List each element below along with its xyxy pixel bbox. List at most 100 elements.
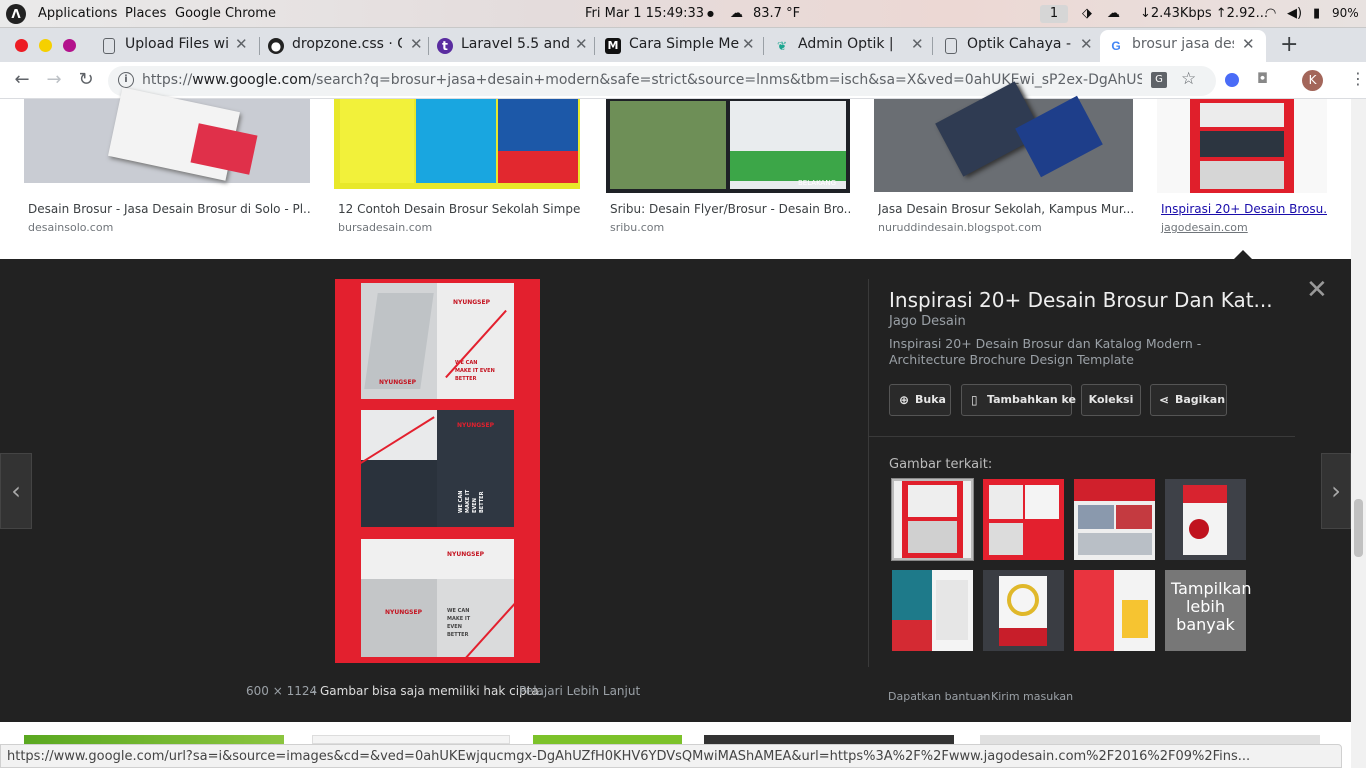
related-image[interactable] [1074,479,1155,560]
result-image[interactable] [24,735,284,744]
workspace-indicator[interactable]: 1 [1040,5,1068,23]
result-caption[interactable]: 12 Contoh Desain Brosur Sekolah Simpe... [338,202,580,216]
show-more-related-button[interactable]: Tampilkan lebih banyak [1165,570,1252,651]
prev-image-button[interactable]: ‹ [0,453,32,529]
result-source[interactable]: jagodesain.com [1161,221,1248,234]
result-image[interactable] [980,735,1320,744]
tab-title: Optik Cahaya - [967,36,1072,52]
next-image-button[interactable]: › [1321,453,1351,529]
window-close-button[interactable] [15,39,28,52]
result-image[interactable] [334,99,580,189]
collection-button[interactable]: Koleksi [1081,384,1141,416]
video-extension-icon[interactable] [1225,73,1239,87]
result-image[interactable] [533,735,682,744]
activities-logo-icon[interactable]: Λ [6,4,26,24]
image-title[interactable]: Inspirasi 20+ Desain Brosur Dan Kat... [889,288,1279,312]
window-maximize-button[interactable] [63,39,76,52]
active-app-menu[interactable]: Google Chrome [175,6,276,21]
related-image[interactable] [983,479,1064,560]
clock[interactable]: Fri Mar 1 15:49:33 [585,6,704,21]
result-caption[interactable]: Sribu: Desain Flyer/Brosur - Desain Bro.… [610,202,850,216]
browser-tab[interactable]: t Laravel 5.5 and ✕ [429,30,594,62]
save-to-button[interactable]: ▯ Tambahkan ke [961,384,1076,416]
result-caption[interactable]: Jasa Desain Brosur Sekolah, Kampus Mur..… [878,202,1133,216]
browser-tab[interactable]: M Cara Simple Me ✕ [597,30,762,62]
browser-tab[interactable]: ● dropzone.css · G ✕ [260,30,428,62]
learn-more-link[interactable]: Pelajari Lebih Lanjut [519,684,640,698]
result-source[interactable]: nuruddindesain.blogspot.com [878,221,1042,234]
open-button[interactable]: ⊕ Buka [889,384,951,416]
related-image-selected[interactable] [891,478,974,561]
weather[interactable]: 83.7 °F [753,6,800,21]
info-icon[interactable]: i [118,72,134,88]
close-tab-icon[interactable]: ✕ [575,35,588,53]
dropbox-icon[interactable]: ⬗ [1082,6,1092,21]
section-divider [869,436,1295,437]
result-image[interactable]: BELAKANG [606,99,850,193]
tab-strip: Upload Files wi ✕ ● dropzone.css · G ✕ t… [0,28,1366,62]
browser-tab[interactable]: Optik Cahaya - ✕ [935,30,1100,62]
volume-icon[interactable]: ◀) [1287,6,1302,21]
result-image-selected[interactable] [1157,99,1327,193]
record-dot-icon: ● [707,9,714,18]
close-tab-icon[interactable]: ✕ [235,35,248,53]
close-tab-icon[interactable]: ✕ [911,35,924,53]
result-source[interactable]: bursadesain.com [338,221,432,234]
preview-image[interactable]: NYUNGSEP NYUNGSEP WE CAN MAKE IT EVEN BE… [335,279,540,663]
related-image[interactable] [892,570,973,651]
image-description: Inspirasi 20+ Desain Brosur dan Katalog … [889,336,1202,367]
back-arrow-icon[interactable]: ← [10,68,34,92]
result-caption[interactable]: Desain Brosur - Jasa Desain Brosur di So… [28,202,310,216]
close-tab-icon[interactable]: ✕ [410,35,423,53]
battery-icon[interactable]: ▮ [1313,6,1320,21]
browser-tab[interactable]: ❦ Admin Optik | ✕ [766,30,931,62]
window-minimize-button[interactable] [39,39,52,52]
globe-icon: ⊕ [899,393,910,407]
result-image[interactable] [874,81,1133,192]
link-status-bar: https://www.google.com/url?sa=i&source=i… [0,744,1342,768]
wifi-icon[interactable]: ◠ [1265,6,1276,21]
related-image[interactable] [1165,479,1246,560]
medium-icon: M [605,38,621,54]
scrollbar-thumb[interactable] [1354,499,1363,557]
applications-menu[interactable]: Applications [38,6,117,21]
close-tab-icon[interactable]: ✕ [1242,35,1255,53]
feedback-link[interactable]: Kirim masukan [991,690,1073,703]
profile-avatar[interactable]: K [1302,70,1323,91]
help-link[interactable]: Dapatkan bantuan [888,690,990,703]
browser-tab[interactable]: Upload Files wi ✕ [93,30,258,62]
camera-extension-icon[interactable]: ◘ [1257,71,1268,87]
related-image[interactable] [1074,570,1155,651]
address-bar[interactable]: i https://www.google.com/search?q=brosur… [108,66,1216,96]
save-to-button-label: Tambahkan ke [987,393,1076,406]
result-caption-selected[interactable]: Inspirasi 20+ Desain Brosu... [1161,202,1327,216]
related-image[interactable] [983,570,1064,651]
url-text[interactable]: https://www.google.com/search?q=brosur+j… [142,72,1142,88]
result-image[interactable] [24,87,310,183]
reload-icon[interactable]: ↻ [74,68,98,92]
separator-dash: - [982,690,986,703]
menu-kebab-icon[interactable]: ⋮ [1350,69,1366,88]
forward-arrow-icon[interactable]: → [42,68,66,92]
page-scrollbar[interactable] [1351,99,1366,768]
close-icon[interactable]: ✕ [1306,275,1328,305]
share-button[interactable]: ⋖ Bagikan [1150,384,1227,416]
new-tab-plus-icon[interactable]: + [1280,32,1298,57]
result-source[interactable]: desainsolo.com [28,221,113,234]
close-tab-icon[interactable]: ✕ [1080,35,1093,53]
google-icon: G [1111,39,1121,53]
bookmark-star-icon[interactable]: ☆ [1181,69,1196,89]
close-tab-icon[interactable]: ✕ [742,35,755,53]
cloud-sync-icon[interactable]: ☁ [1107,6,1120,21]
tab-title: Admin Optik | [798,36,894,52]
browser-tab-active[interactable]: G brosur jasa des ✕ [1100,30,1266,62]
translate-icon[interactable]: G [1151,72,1167,88]
result-image[interactable] [704,735,954,744]
url-host: www.google.com [192,72,312,88]
result-image[interactable] [312,735,510,744]
tab-title: Cara Simple Me [629,36,739,52]
site-name[interactable]: Jago Desain [889,314,966,329]
result-source[interactable]: sribu.com [610,221,664,234]
places-menu[interactable]: Places [125,6,166,21]
open-button-label: Buka [915,393,946,406]
